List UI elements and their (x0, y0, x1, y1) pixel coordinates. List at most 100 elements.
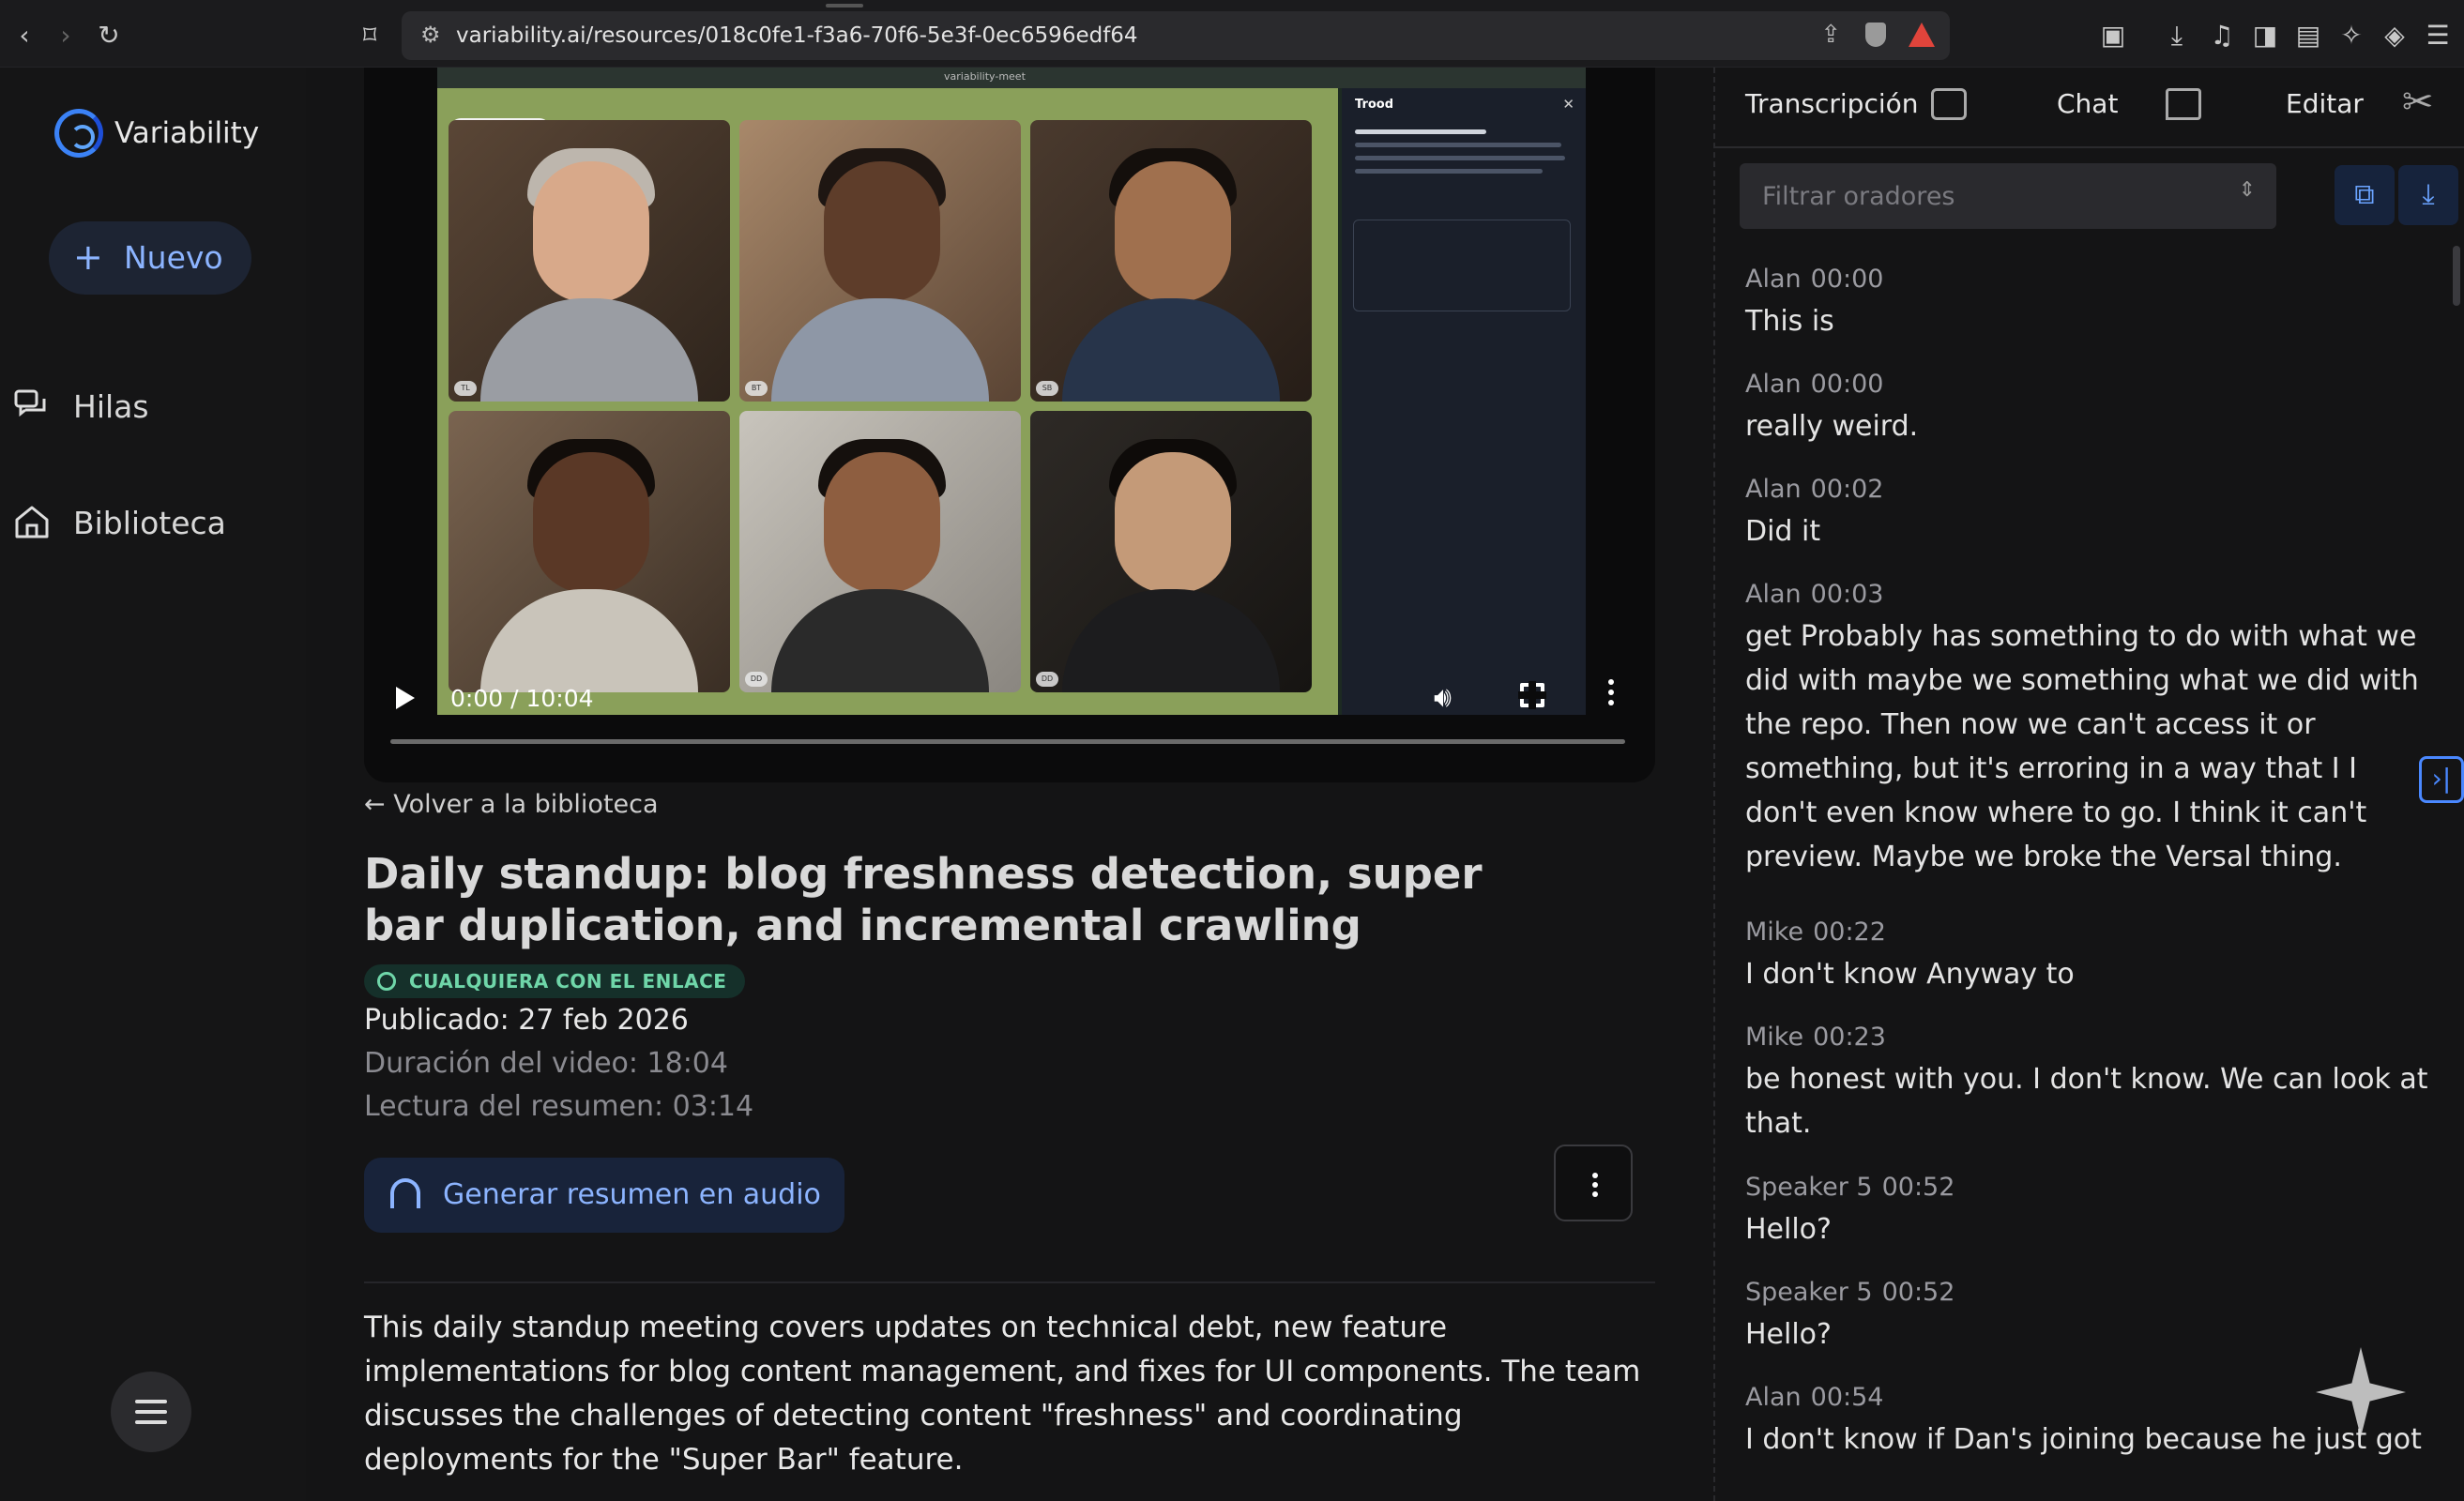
home-icon (15, 506, 49, 538)
preview-app-title: variability-meet (944, 70, 1026, 83)
rewards-icon[interactable] (1909, 23, 1935, 47)
speaker-filter-select[interactable]: Filtrar oradores ⇕ (1740, 163, 2276, 229)
hamburger-menu-button[interactable] (111, 1372, 191, 1452)
chat-compose-box (1353, 220, 1571, 311)
site-settings-icon[interactable]: ⚙ (420, 22, 441, 48)
timestamp[interactable]: 00:03 (1811, 580, 1884, 609)
reload-icon[interactable]: ↻ (92, 19, 126, 53)
speaker-name: Alan (1745, 475, 1802, 504)
participant-tile: BT (739, 120, 1021, 402)
transcript-text: This is (1745, 305, 1834, 338)
panel-right-icon: ›| (2431, 763, 2452, 794)
download-icon[interactable]: ⤓ (2160, 19, 2194, 53)
published-date: Publicado: 27 feb 2026 (364, 1004, 689, 1037)
volume-icon[interactable]: 🔊︎ (1434, 681, 1452, 714)
plus-icon: + (73, 236, 103, 278)
audio-button-label: Generar resumen en audio (443, 1178, 821, 1211)
timestamp[interactable]: 00:52 (1882, 1173, 1955, 1202)
timestamp[interactable]: 00:54 (1811, 1383, 1884, 1412)
collapse-panel-button[interactable]: ›| (2419, 756, 2464, 803)
sidebar-item-hilas[interactable]: Hilas (13, 377, 285, 433)
transcript-header: Mike 00:23 (1745, 1023, 2430, 1052)
tab-editar[interactable]: Editar (2286, 88, 2364, 119)
logo-mark-icon (54, 109, 103, 158)
timestamp[interactable]: 00:00 (1811, 370, 1884, 399)
extensions-icon[interactable]: ✧ (2335, 19, 2368, 53)
browser-toolbar: ‹ › ↻ ⌑ ⚙ variability.ai/resources/018c0… (0, 0, 2464, 68)
share-icon[interactable]: ⇪ (1820, 21, 1841, 49)
tab-chat[interactable]: Chat (2057, 88, 2118, 119)
arrow-left-icon: ← (364, 790, 386, 819)
transcript-entry[interactable]: Mike 00:22 I don't know Anyway to (1745, 917, 2430, 996)
transcript-icon[interactable] (1931, 88, 1967, 120)
transcript-entry[interactable]: Speaker 5 00:52 Hello? (1745, 1173, 2430, 1251)
timestamp[interactable]: 00:23 (1813, 1023, 1886, 1052)
scrollbar-thumb[interactable] (2453, 246, 2460, 306)
vpn-icon[interactable]: ◈ (2378, 19, 2411, 53)
new-button[interactable]: + Nuevo (49, 221, 251, 295)
download-transcript-button[interactable]: ⤓ (2398, 165, 2458, 225)
participant-initials: SB (1036, 381, 1058, 396)
transcript-entry[interactable]: Alan 00:00 really weird. (1745, 370, 2430, 448)
participant-tile: DD (739, 411, 1021, 692)
menu-line (135, 1410, 167, 1414)
share-status-badge: CUALQUIERA CON EL ENLACE (364, 964, 746, 998)
speaker-name: Alan (1745, 580, 1802, 609)
main-content: variability-meet ● ▪▪▪▪▪ TL BT (306, 68, 1713, 1501)
speaker-name: Speaker 5 (1745, 1278, 1873, 1307)
copy-button[interactable]: ⧉ (2335, 165, 2395, 225)
url-text[interactable]: variability.ai/resources/018c0fe1-f3a6-7… (456, 23, 1138, 48)
participant-initials: TL (454, 381, 477, 396)
timestamp[interactable]: 00:52 (1882, 1278, 1955, 1307)
picture-in-picture-icon[interactable]: ▣ (2096, 19, 2130, 53)
transcript-header: Alan 00:00 (1745, 370, 2430, 399)
close-icon: ✕ (1562, 96, 1574, 113)
forward-arrow-icon[interactable]: › (49, 19, 83, 53)
play-icon[interactable] (396, 687, 415, 709)
meeting-chat-panel: Trood ✕ (1342, 88, 1586, 715)
transcript-entry[interactable]: Mike 00:23 be honest with you. I don't kno… (1745, 1023, 2430, 1145)
menu-icon[interactable]: ☰ (2421, 19, 2455, 53)
menu-line (135, 1400, 167, 1403)
wallet-icon[interactable]: ▤ (2291, 19, 2325, 53)
download-icon: ⤓ (2422, 178, 2435, 211)
timestamp[interactable]: 00:02 (1811, 475, 1884, 504)
video-player[interactable]: variability-meet ● ▪▪▪▪▪ TL BT (364, 68, 1655, 782)
timestamp[interactable]: 00:00 (1811, 265, 1884, 294)
address-bar[interactable]: ⚙ variability.ai/resources/018c0fe1-f3a6… (402, 11, 1950, 60)
back-to-library-link[interactable]: ← Volver a la biblioteca (364, 790, 659, 819)
bookmark-icon[interactable]: ⌑ (353, 19, 387, 53)
transcript-text: I don't know if Dan's joining because he… (1745, 1423, 2422, 1456)
transcript-entry[interactable]: Speaker 5 00:52 Hello? (1745, 1278, 2430, 1357)
video-frame[interactable]: variability-meet ● ▪▪▪▪▪ TL BT (437, 68, 1586, 715)
generate-audio-summary-button[interactable]: Generar resumen en audio (364, 1158, 844, 1233)
video-options-icon[interactable] (1608, 679, 1614, 713)
transcript-entry[interactable]: Alan 00:00 This is (1745, 265, 2430, 343)
sidebar-toggle-icon[interactable]: ◨ (2248, 19, 2282, 53)
sidebar-item-biblioteca[interactable]: Biblioteca (13, 493, 285, 550)
more-options-button[interactable] (1554, 1145, 1633, 1221)
transcript-entry[interactable]: Alan 00:02 Did it (1745, 475, 2430, 553)
summary-text: This daily standup meeting covers update… (364, 1311, 1641, 1477)
transcript-entry[interactable]: Alan 00:03 get Probably has something to d… (1745, 580, 2430, 879)
sidebar: Variability + Nuevo Hilas Biblioteca (0, 68, 306, 1501)
transcript-header: Speaker 5 00:52 (1745, 1173, 2430, 1202)
chat-bubble-icon[interactable] (2166, 88, 2201, 120)
transcript-header: Alan 00:54 (1745, 1383, 2430, 1412)
timestamp[interactable]: 00:22 (1813, 917, 1886, 947)
threads-icon (14, 389, 46, 417)
shield-icon[interactable] (1865, 23, 1886, 47)
dot (1592, 1173, 1598, 1178)
back-arrow-icon[interactable]: ‹ (8, 19, 41, 53)
transcript-text: I don't know Anyway to (1745, 958, 2075, 991)
video-progress-bar[interactable] (390, 739, 1625, 744)
scissors-icon[interactable]: ✂ (2402, 81, 2434, 124)
tab-transcripcion[interactable]: Transcripción (1745, 88, 1919, 119)
video-duration: Duración del video: 18:04 (364, 1047, 728, 1080)
divider (364, 1281, 1655, 1283)
music-icon[interactable]: ♫ (2205, 19, 2239, 53)
fullscreen-icon[interactable] (1518, 681, 1546, 709)
back-link-label: Volver a la biblioteca (393, 790, 659, 819)
chevron-updown-icon: ⇕ (2238, 178, 2256, 202)
chat-line (1355, 129, 1486, 134)
